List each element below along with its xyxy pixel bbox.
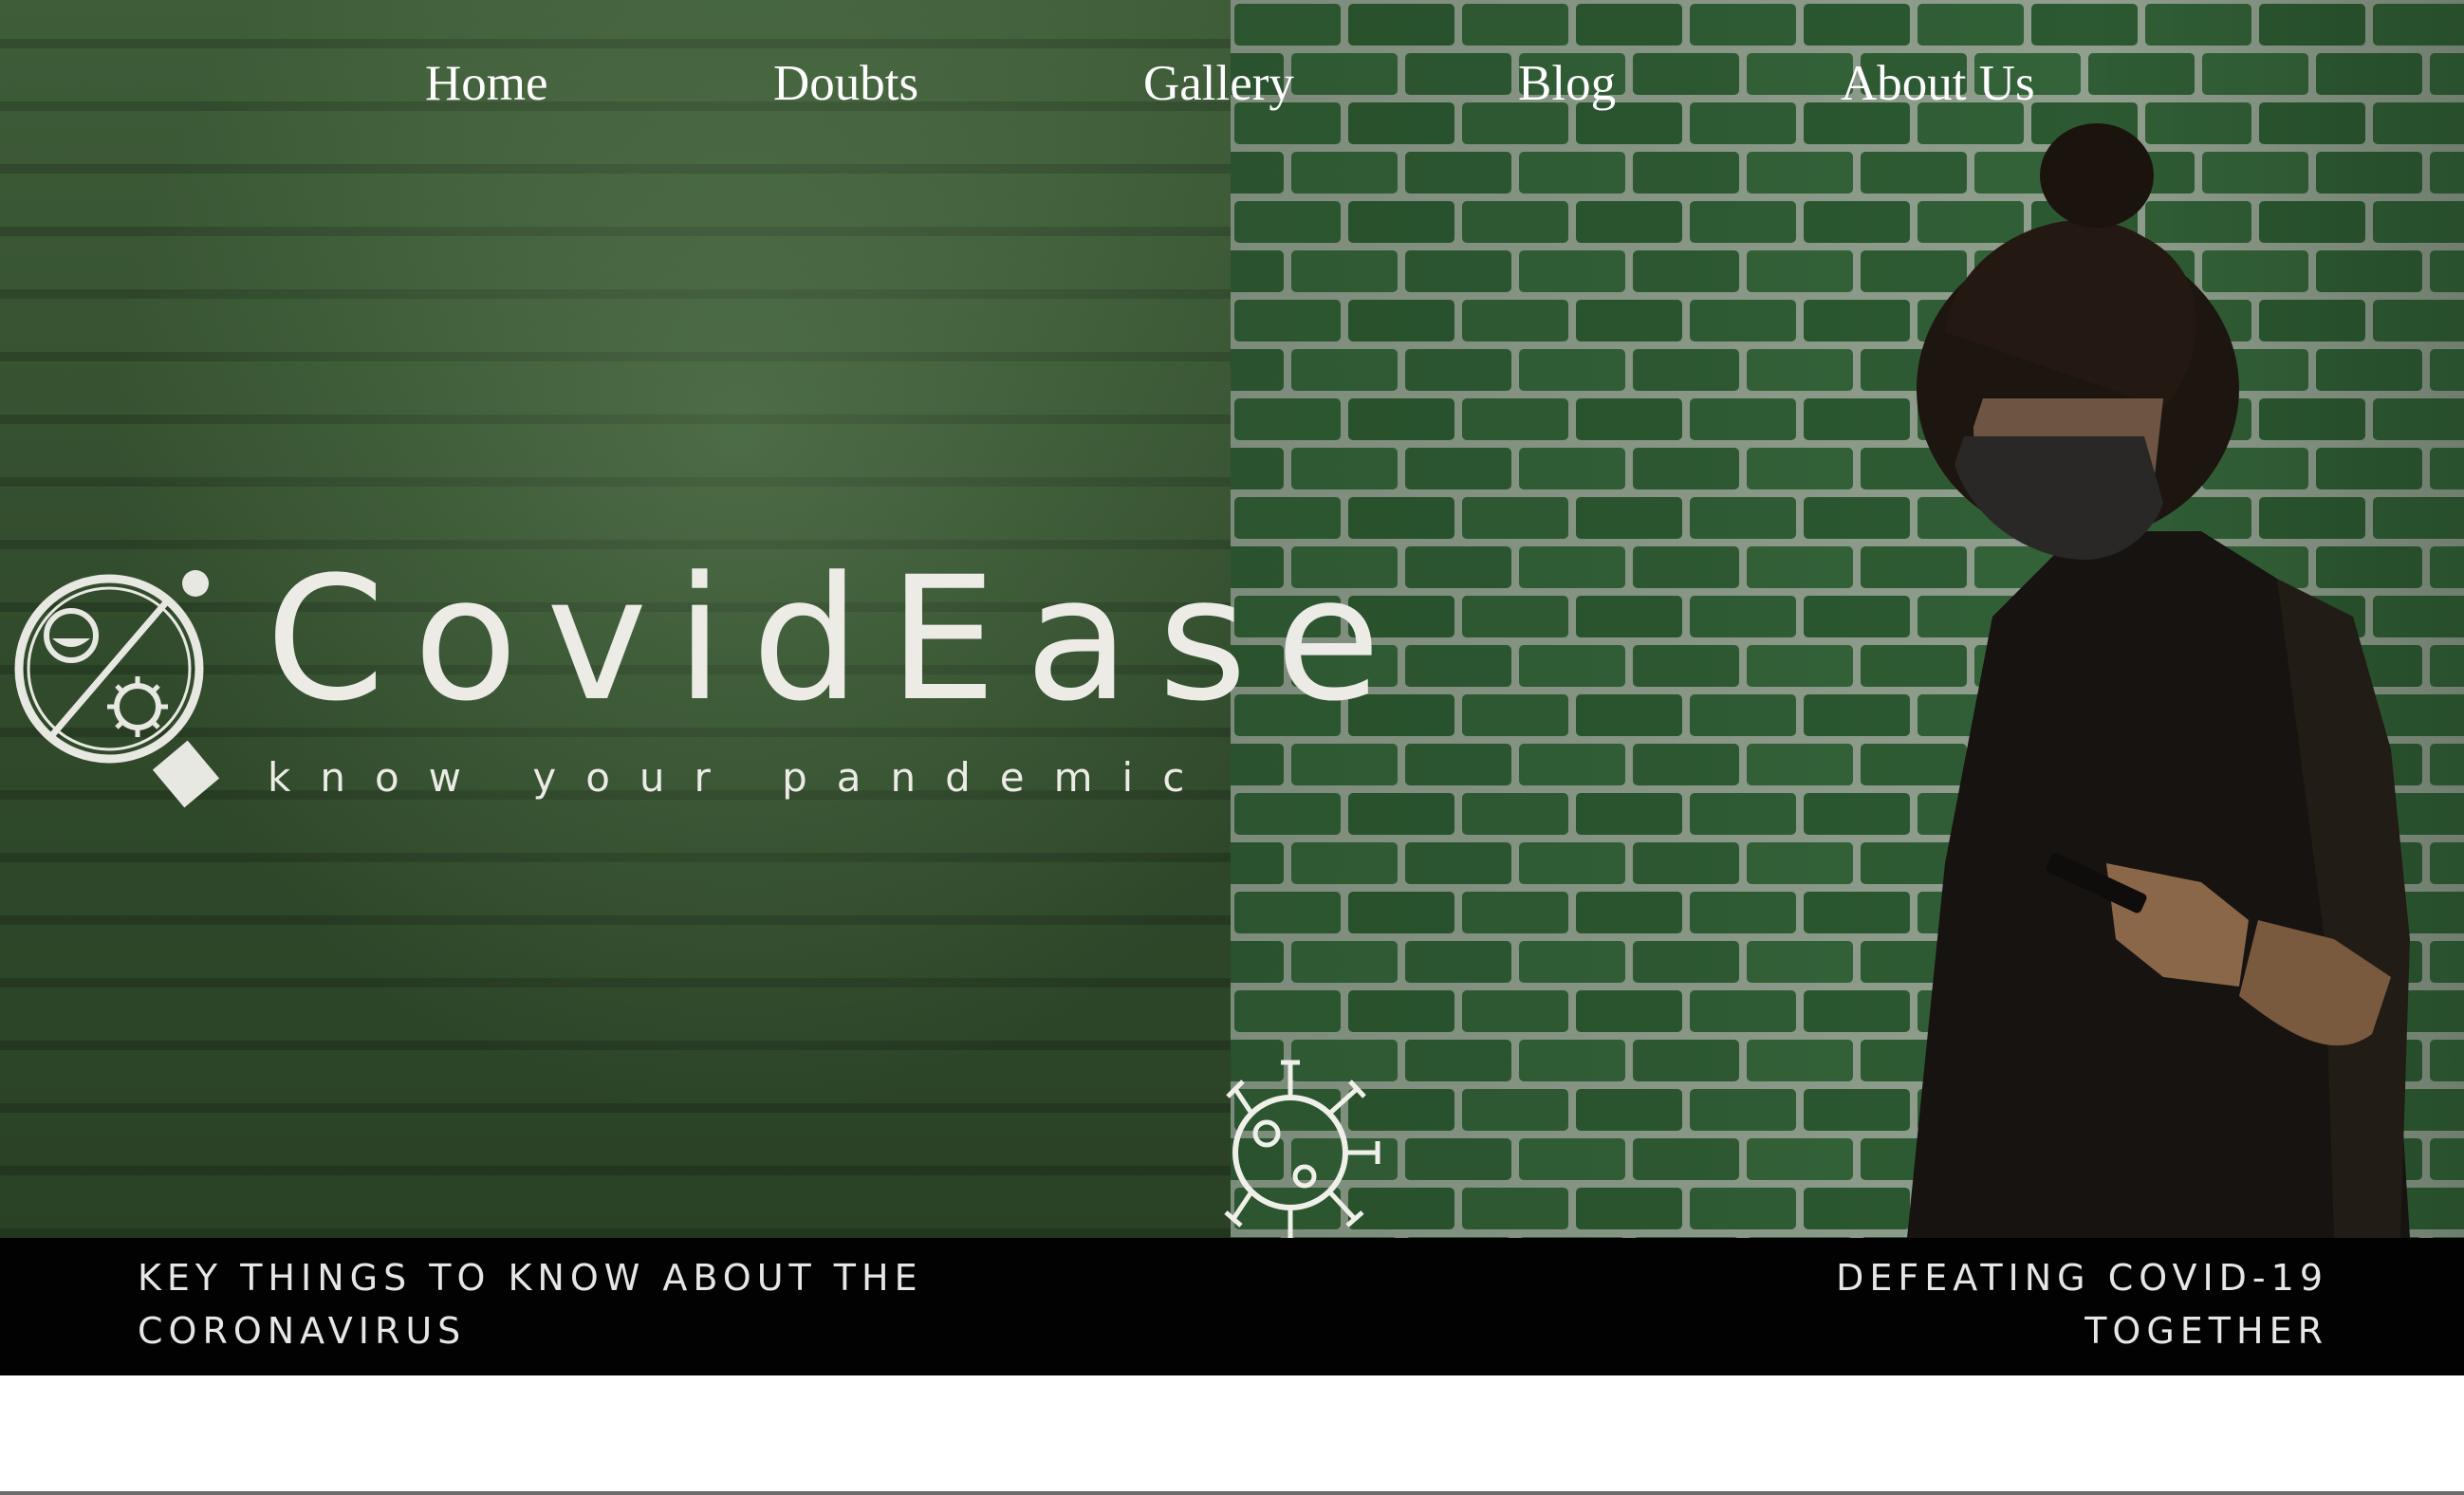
nav-blog[interactable]: Blog	[1518, 55, 1616, 112]
caption-line-1: DEFEATING COVID-19	[1836, 1257, 2328, 1299]
main-nav: Home Doubts Gallery Blog About Us	[0, 55, 2464, 121]
nav-doubts[interactable]: Doubts	[773, 55, 918, 112]
nav-about-us[interactable]: About Us	[1841, 55, 2035, 112]
caption-key-things: KEY THINGS TO KNOW ABOUT THE CORONAVIRUS	[138, 1257, 923, 1352]
caption-defeating-covid: DEFEATING COVID-19 TOGETHER	[1664, 1251, 2328, 1357]
nav-gallery[interactable]: Gallery	[1143, 55, 1294, 112]
magnifier-virus-icon	[14, 570, 220, 808]
hero-caption-bar: KEY THINGS TO KNOW ABOUT THE CORONAVIRUS…	[0, 1238, 2464, 1375]
nav-home[interactable]: Home	[425, 55, 548, 112]
brand-tagline: know your pandemic	[268, 754, 1214, 801]
coronavirus-icon	[1224, 1060, 1380, 1238]
hero-section: CovidEase know your pandemic Home Doubts…	[0, 0, 2464, 1238]
brand-title: CovidEase	[266, 541, 1410, 739]
caption-line-2: TOGETHER	[2084, 1310, 2328, 1352]
page-bottom-divider	[0, 1491, 2464, 1495]
masked-woman-photo	[1907, 123, 2410, 1238]
